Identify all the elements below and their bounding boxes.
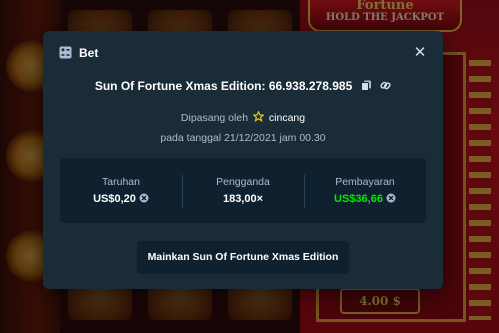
stat-wager: Taruhan US$0,20 bbox=[60, 158, 182, 223]
payout-label: Pembayaran bbox=[335, 176, 395, 188]
multiplier-value: 183,00× bbox=[222, 193, 264, 205]
close-icon: ✕ bbox=[413, 44, 427, 61]
stat-multiplier: Pengganda 183,00× bbox=[182, 158, 304, 223]
bet-date: pada tanggal 21/12/2021 jam 00.30 bbox=[160, 132, 326, 144]
bet-ticket-icon bbox=[59, 46, 72, 59]
placed-by-row: Dipasang oleh cincang bbox=[43, 111, 443, 124]
username-link[interactable]: cincang bbox=[269, 112, 305, 124]
bet-id-label: Sun Of Fortune Xmas Edition: 66.938.278.… bbox=[94, 78, 353, 93]
placed-by-prefix: Dipasang oleh bbox=[180, 112, 249, 124]
wager-value-row: US$0,20 bbox=[60, 193, 182, 205]
bet-modal: Bet ✕ Sun Of Fortune Xmas Edition: 66.93… bbox=[43, 31, 443, 289]
wager-label: Taruhan bbox=[102, 176, 140, 188]
payout-value: US$36,66 bbox=[334, 193, 383, 205]
bet-stats-panel: Taruhan US$0,20 Pengganda 183,00× Pembay… bbox=[60, 158, 426, 223]
link-icon[interactable] bbox=[380, 80, 391, 91]
play-game-button[interactable]: Mainkan Sun Of Fortune Xmas Edition bbox=[137, 241, 349, 274]
currency-icon bbox=[386, 193, 396, 203]
copy-icon[interactable] bbox=[360, 80, 372, 92]
star-icon bbox=[252, 111, 264, 122]
modal-header: Bet ✕ bbox=[59, 45, 429, 63]
bet-id-row: Sun Of Fortune Xmas Edition: 66.938.278.… bbox=[43, 77, 443, 95]
close-button[interactable]: ✕ bbox=[413, 45, 427, 61]
payout-value-row: US$36,66 bbox=[304, 193, 426, 205]
modal-title: Bet bbox=[79, 46, 99, 60]
stat-payout: Pembayaran US$36,66 bbox=[304, 158, 426, 223]
currency-icon bbox=[139, 193, 149, 203]
wager-value: US$0,20 bbox=[93, 193, 136, 205]
multiplier-label: Pengganda bbox=[216, 176, 270, 188]
